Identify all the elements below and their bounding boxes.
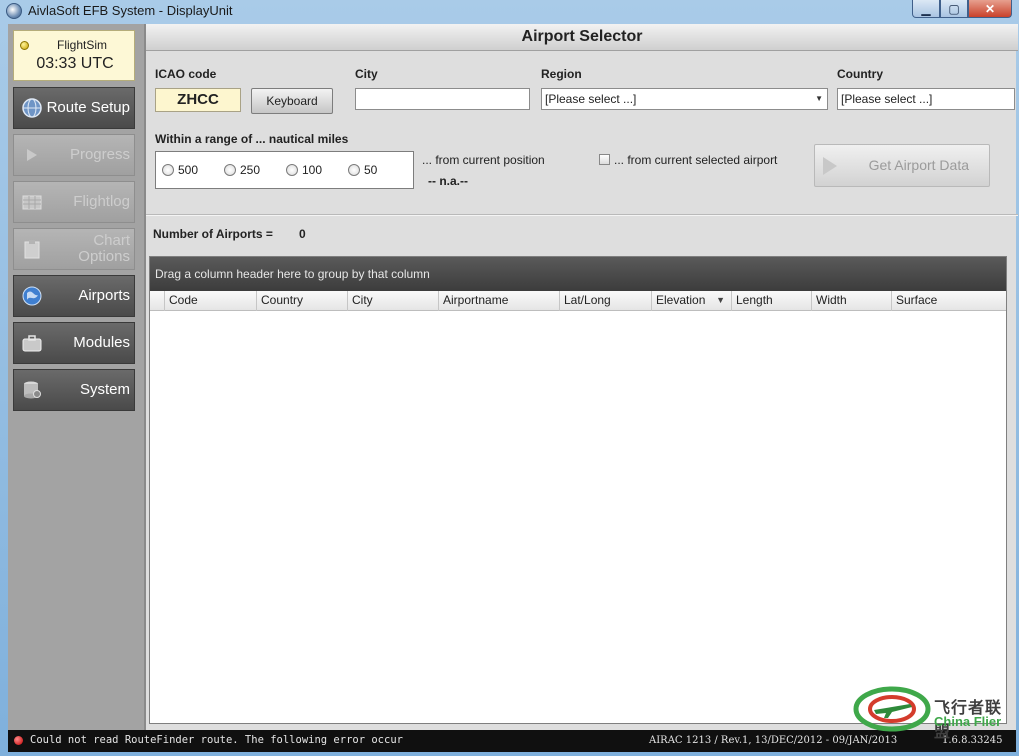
num-airports-label: Number of Airports = xyxy=(153,227,273,241)
keyboard-button[interactable]: Keyboard xyxy=(251,88,333,114)
watermark-en: China Flier xyxy=(934,714,1002,729)
get-airport-data-label: Get Airport Data xyxy=(868,157,969,173)
nav-airports[interactable]: Airports xyxy=(13,275,135,317)
column-header-country[interactable]: Country xyxy=(256,291,347,311)
radio-icon xyxy=(348,164,360,176)
nav-chart-options[interactable]: Chart Options xyxy=(13,228,135,270)
nav-route-setup[interactable]: Route Setup xyxy=(13,87,135,129)
nav-label: Chart Options xyxy=(78,232,130,265)
airport-selector-panel: Airport Selector ICAO code ZHCC Keyboard… xyxy=(144,24,1018,730)
region-select-value: [Please select ...] xyxy=(545,92,637,106)
title-bar[interactable]: AivlaSoft EFB System - DisplayUnit ▁ ▢ ✕ xyxy=(0,0,1019,22)
country-label: Country xyxy=(837,67,883,81)
range-option-label: 100 xyxy=(302,163,323,177)
range-radio-group: 500 250 100 50 xyxy=(155,151,414,189)
radio-icon xyxy=(162,164,174,176)
city-input[interactable] xyxy=(355,88,530,110)
get-airport-data-button[interactable]: Get Airport Data xyxy=(814,144,990,187)
status-message: Could not read RouteFinder route. The fo… xyxy=(30,734,403,746)
nav-label: Airports xyxy=(78,287,130,304)
range-option-100[interactable]: 100 xyxy=(286,163,322,177)
column-header-surface[interactable]: Surface xyxy=(891,291,1006,311)
plane-logo-icon xyxy=(853,686,931,732)
column-header-label: Elevation xyxy=(656,293,706,307)
region-select[interactable]: [Please select ...] ▼ xyxy=(541,88,828,110)
nav-modules[interactable]: Modules xyxy=(13,322,135,364)
radio-icon xyxy=(286,164,298,176)
minimize-button[interactable]: ▁ xyxy=(912,0,940,18)
sort-descending-icon: ▼ xyxy=(716,295,725,305)
icao-label: ICAO code xyxy=(155,67,217,81)
column-header-city[interactable]: City xyxy=(347,291,438,311)
nav-flightlog[interactable]: Flightlog xyxy=(13,181,135,223)
app-icon xyxy=(6,3,22,19)
range-option-label: 250 xyxy=(240,163,261,177)
position-value: -- n.a.-- xyxy=(428,174,468,188)
column-header-width[interactable]: Width xyxy=(811,291,891,311)
num-airports-value: 0 xyxy=(299,227,306,241)
column-header-airportname[interactable]: Airportname xyxy=(438,291,559,311)
divider xyxy=(146,214,1018,216)
city-label: City xyxy=(355,67,378,81)
airac-info: AIRAC 1213 / Rev.1, 13/DEC/2012 - 09/JAN… xyxy=(649,735,898,746)
from-airport-label: ... from current selected airport xyxy=(614,153,778,167)
close-button[interactable]: ✕ xyxy=(968,0,1012,18)
nav-label: Modules xyxy=(73,334,130,351)
nav-label: Flightlog xyxy=(73,193,130,210)
nav-label: System xyxy=(79,381,130,398)
range-option-label: 50 xyxy=(364,163,378,177)
maximize-button[interactable]: ▢ xyxy=(940,0,968,18)
utc-clock: 03:33 UTC xyxy=(36,55,114,72)
range-option-250[interactable]: 250 xyxy=(224,163,260,177)
sim-name: FlightSim xyxy=(56,38,107,52)
play-icon xyxy=(823,157,837,175)
range-option-50[interactable]: 50 xyxy=(348,163,377,177)
range-option-500[interactable]: 500 xyxy=(162,163,198,177)
from-position-label: ... from current position xyxy=(422,153,545,167)
nav-label: Progress xyxy=(69,146,130,163)
window-title: AivlaSoft EFB System - DisplayUnit xyxy=(28,3,233,18)
from-airport-checkbox[interactable] xyxy=(599,154,610,165)
grid-icon xyxy=(22,195,42,210)
column-header-length[interactable]: Length xyxy=(731,291,811,311)
range-option-label: 500 xyxy=(178,163,199,177)
chevron-down-icon[interactable]: ▼ xyxy=(815,89,823,109)
group-by-panel[interactable]: Drag a column header here to group by th… xyxy=(150,257,1006,291)
database-icon xyxy=(24,381,41,399)
client-area: FlightSim 03:33 UTC Route Setup Progress… xyxy=(8,24,1018,752)
country-select[interactable]: [Please select ...] xyxy=(837,88,1015,110)
nav-label: Route Setup xyxy=(46,99,130,116)
error-led-icon xyxy=(14,736,23,745)
briefcase-icon xyxy=(22,335,42,352)
airport-grid[interactable]: Drag a column header here to group by th… xyxy=(149,256,1007,724)
sidebar: FlightSim 03:33 UTC Route Setup Progress… xyxy=(8,24,144,730)
region-label: Region xyxy=(541,67,582,81)
column-header-elevation[interactable]: Elevation ▼ xyxy=(651,291,731,311)
earth-icon xyxy=(22,286,42,306)
column-header-row: Code Country City Airportname Lat/Long E… xyxy=(150,291,1006,311)
icao-input[interactable]: ZHCC xyxy=(155,88,241,112)
range-label: Within a range of ... nautical miles xyxy=(155,132,349,146)
clipboard-icon xyxy=(24,240,40,259)
radio-icon xyxy=(224,164,236,176)
nav-progress[interactable]: Progress xyxy=(13,134,135,176)
watermark-logo: 飞行者联盟 China Flier xyxy=(852,684,1017,741)
flightsim-status: FlightSim 03:33 UTC xyxy=(13,30,135,81)
column-header-latlong[interactable]: Lat/Long xyxy=(559,291,651,311)
play-icon xyxy=(27,149,37,161)
app-window: AivlaSoft EFB System - DisplayUnit ▁ ▢ ✕… xyxy=(0,0,1019,756)
globe-icon xyxy=(22,98,42,118)
column-header-code[interactable]: Code xyxy=(164,291,256,311)
nav-system[interactable]: System xyxy=(13,369,135,411)
page-title: Airport Selector xyxy=(146,24,1018,51)
